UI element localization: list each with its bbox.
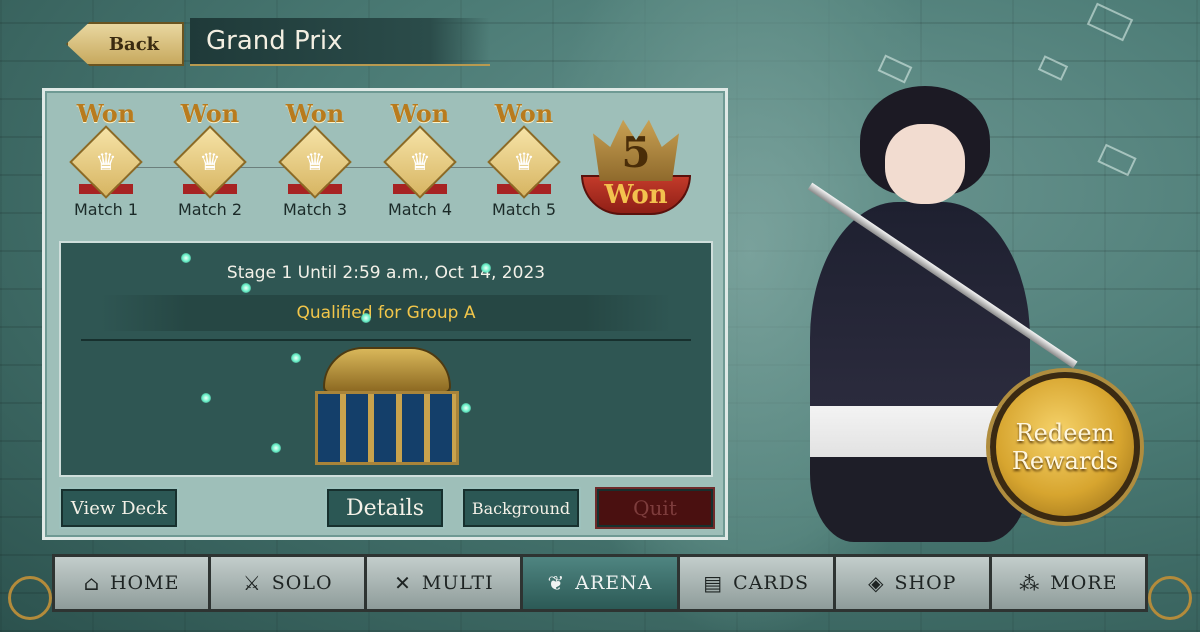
match-result-3: Won ♛ Match 3 (270, 99, 360, 219)
more-icon: ⁂ (1019, 571, 1041, 595)
redeem-rewards-button[interactable]: Redeem Rewards (990, 372, 1140, 522)
crossed-swords-icon: ✕ (394, 571, 412, 595)
nav-cards-label: CARDS (733, 572, 809, 594)
character-body (810, 202, 1030, 542)
nav-shop[interactable]: ◈ SHOP (835, 557, 992, 609)
shop-icon: ◈ (868, 571, 885, 595)
back-button-label: Back (108, 33, 160, 55)
redeem-line-2: Rewards (1011, 447, 1119, 475)
sparkle-effect (461, 403, 471, 413)
sparkle-effect (481, 263, 491, 273)
nav-home[interactable]: ⌂ HOME (55, 557, 212, 609)
match-name: Match 3 (282, 200, 348, 219)
divider (81, 339, 691, 341)
sparkle-effect (271, 443, 281, 453)
match-result-label: Won (180, 99, 240, 128)
view-deck-button[interactable]: View Deck (59, 487, 179, 529)
page-title-text: Grand Prix (206, 26, 343, 56)
match-result-2: Won ♛ Match 2 (165, 99, 255, 219)
view-deck-label: View Deck (70, 497, 168, 519)
cards-icon: ▤ (703, 571, 724, 595)
nav-more-label: MORE (1050, 572, 1118, 594)
sparkle-effect (181, 253, 191, 263)
grand-prix-panel: Won ♛ Match 1 Won ♛ Match 2 Won ♛ Match … (42, 88, 728, 540)
match-name: Match 5 (491, 200, 557, 219)
back-button[interactable]: Back (66, 22, 184, 66)
solo-sword-shield-icon: ⚔ (242, 571, 262, 595)
home-icon: ⌂ (83, 571, 100, 595)
nav-home-label: HOME (109, 572, 180, 594)
nav-flourish-left (8, 576, 52, 620)
nav-solo-label: SOLO (271, 572, 333, 594)
total-wins-emblem: 5 Won (581, 113, 691, 225)
nav-cards[interactable]: ▤ CARDS (679, 557, 836, 609)
crown-icon: ♛ (304, 148, 326, 176)
details-label: Details (346, 495, 424, 521)
sparkle-effect (201, 393, 211, 403)
page-title: Grand Prix (190, 18, 490, 66)
nav-arena[interactable]: ❦ ARENA (523, 557, 680, 609)
chest-lid (323, 347, 451, 393)
crown-icon: ♛ (513, 148, 535, 176)
match-result-1: Won ♛ Match 1 (61, 99, 151, 219)
nav-solo[interactable]: ⚔ SOLO (211, 557, 368, 609)
nav-shop-label: SHOP (894, 572, 957, 594)
sparkle-effect (291, 353, 301, 363)
total-wins-count: 5 (621, 127, 651, 177)
character-face (885, 124, 965, 204)
match-result-label: Won (390, 99, 450, 128)
chest-box (315, 391, 459, 465)
match-name: Match 2 (177, 200, 243, 219)
sparkle-effect (361, 313, 371, 323)
group-qualification-text: Qualified for Group A (296, 303, 476, 323)
crown-icon: 5 (593, 119, 679, 181)
nav-multi[interactable]: ✕ MULTI (367, 557, 524, 609)
crown-icon: ♛ (199, 148, 221, 176)
group-qualification: Qualified for Group A (101, 295, 671, 331)
match-result-label: Won (285, 99, 345, 128)
redeem-line-1: Redeem (1015, 419, 1115, 447)
match-result-4: Won ♛ Match 4 (375, 99, 465, 219)
match-result-label: Won (76, 99, 136, 128)
match-name: Match 4 (387, 200, 453, 219)
nav-arena-label: ARENA (575, 572, 653, 594)
quit-label: Quit (633, 496, 677, 520)
crown-icon: ♛ (409, 148, 431, 176)
character-illustration (740, 82, 1078, 632)
arena-laurel-icon: ❦ (547, 571, 566, 595)
nav-multi-label: MULTI (421, 572, 494, 594)
bottom-navigation: ⌂ HOME ⚔ SOLO ✕ MULTI ❦ ARENA ▤ CARDS ◈ SHOP ⁂… (52, 554, 1148, 612)
match-name: Match 1 (73, 200, 139, 219)
total-wins-banner: Won (581, 175, 691, 215)
background-button[interactable]: Background (461, 487, 581, 529)
nav-more[interactable]: ⁂ MORE (991, 557, 1145, 609)
total-wins-label: Won (604, 180, 668, 210)
crown-icon: ♛ (95, 148, 117, 176)
sparkle-effect (241, 283, 251, 293)
match-result-label: Won (494, 99, 554, 128)
nav-flourish-right (1148, 576, 1192, 620)
stage-info-section: Stage 1 Until 2:59 a.m., Oct 14, 2023 Qu… (59, 241, 713, 477)
quit-button[interactable]: Quit (595, 487, 715, 529)
match-result-5: Won ♛ Match 5 (479, 99, 569, 219)
background-label: Background (471, 498, 571, 518)
stage-deadline: Stage 1 Until 2:59 a.m., Oct 14, 2023 (226, 263, 546, 283)
treasure-chest-icon (315, 347, 459, 467)
details-button[interactable]: Details (325, 487, 445, 529)
